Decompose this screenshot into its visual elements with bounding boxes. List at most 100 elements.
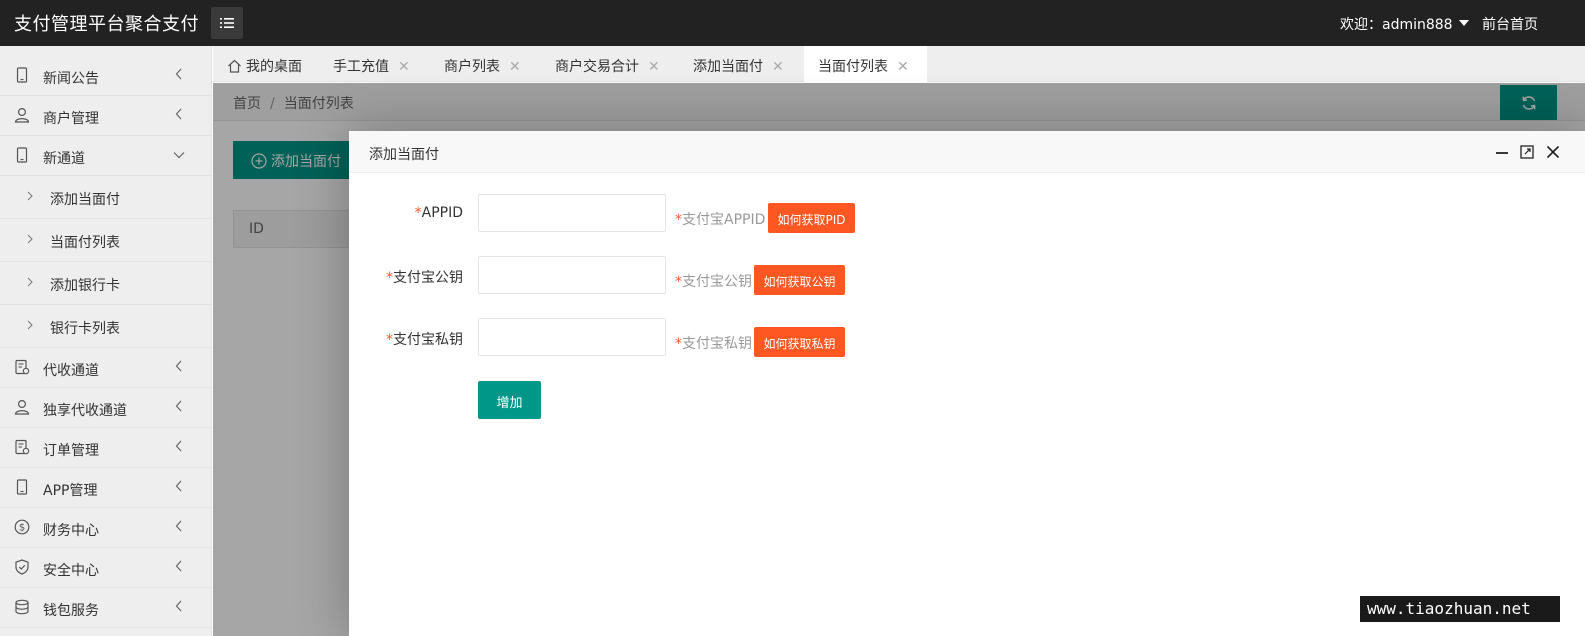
add-f2f-modal: 添加当面付 *APPID *支付宝APPID 如何获取PID *支付宝公钥 *支… — [349, 131, 1585, 636]
close-icon[interactable]: ✕ — [648, 59, 660, 75]
user-menu[interactable]: 欢迎：admin888 — [1340, 14, 1469, 34]
modal-title: 添加当面付 — [369, 147, 439, 163]
public-key-label: *支付宝公钥 — [349, 267, 463, 287]
phone-icon — [16, 67, 28, 83]
sidebar-item-collection[interactable]: 代收通道 — [0, 348, 212, 388]
chevron-left-icon — [175, 480, 182, 492]
tab-label: 商户交易合计 — [555, 59, 639, 75]
tab-label: 添加当面付 — [693, 59, 763, 75]
sidebar-item-new-channel[interactable]: 新通道 — [0, 136, 212, 176]
database-icon — [15, 599, 29, 615]
sidebar-item-label: 财务中心 — [43, 523, 99, 539]
minimize-icon[interactable] — [1495, 145, 1509, 159]
appid-hint: *支付宝APPID — [675, 209, 765, 229]
tab-my-desktop[interactable]: 我的桌面 — [227, 46, 302, 82]
required-mark: * — [414, 205, 422, 221]
home-icon — [228, 59, 241, 73]
top-header: 支付管理平台聚合支付 欢迎：admin888 前台首页 — [0, 0, 1585, 46]
sidebar-item-merchant[interactable]: 商户管理 — [0, 96, 212, 136]
close-icon[interactable]: ✕ — [897, 59, 909, 75]
sidebar-subitem-f2f-list[interactable]: 当面付列表 — [0, 219, 212, 262]
public-key-hint-text: 支付宝公钥 — [682, 274, 752, 290]
tab-bar: 我的桌面 手工充值 ✕ 商户列表 ✕ 商户交易合计 ✕ 添加当面付 ✕ 当面付列表 ✕ — [213, 46, 1585, 83]
sidebar-subitem-add-bankcard[interactable]: 添加银行卡 — [0, 262, 212, 305]
sidebar-subitem-add-f2f[interactable]: 添加当面付 — [0, 176, 212, 219]
chevron-right-icon — [27, 277, 33, 287]
chevron-left-icon — [175, 400, 182, 412]
appid-label-text: APPID — [421, 205, 463, 221]
close-icon[interactable]: ✕ — [772, 59, 784, 75]
private-key-hint-text: 支付宝私钥 — [682, 336, 752, 352]
private-key-input[interactable] — [478, 318, 666, 356]
sidebar-item-label: 订单管理 — [43, 443, 99, 459]
caret-down-icon — [1458, 20, 1469, 26]
user-greeting: 欢迎：admin888 — [1340, 17, 1453, 33]
public-key-label-text: 支付宝公钥 — [393, 270, 463, 286]
get-public-key-help-button[interactable]: 如何获取公钥 — [754, 265, 845, 295]
sidebar-item-label: 新通道 — [43, 151, 85, 167]
chevron-right-icon — [27, 234, 33, 244]
chevron-left-icon — [175, 440, 182, 452]
appid-hint-text: 支付宝APPID — [682, 212, 766, 228]
sidebar-item-exclusive-collection[interactable]: 独享代收通道 — [0, 388, 212, 428]
menu-toggle-button[interactable] — [211, 7, 243, 39]
chevron-right-icon — [27, 320, 33, 330]
phone-icon — [16, 479, 28, 495]
chevron-left-icon — [175, 360, 182, 372]
submit-add-button[interactable]: 增加 — [478, 381, 541, 419]
sidebar-item-label: 新闻公告 — [43, 71, 99, 87]
tab-label: 手工充值 — [333, 59, 389, 75]
tab-label: 当面付列表 — [818, 59, 888, 75]
sidebar-subitem-label: 当面付列表 — [50, 235, 120, 251]
chevron-down-icon — [173, 152, 185, 159]
doc-icon — [15, 439, 30, 455]
close-icon[interactable] — [1546, 145, 1560, 159]
chevron-right-icon — [27, 191, 33, 201]
get-private-key-help-button[interactable]: 如何获取私钥 — [754, 327, 845, 357]
app-logo[interactable]: 支付管理平台聚合支付 — [14, 10, 199, 36]
tab-f2f-list[interactable]: 当面付列表 ✕ — [804, 46, 927, 83]
chevron-left-icon — [175, 68, 182, 80]
required-mark: * — [386, 332, 393, 348]
maximize-icon[interactable] — [1520, 145, 1534, 159]
sidebar-item-label: APP管理 — [43, 483, 98, 499]
tab-manual-recharge[interactable]: 手工充值 ✕ — [333, 46, 410, 82]
tab-merchant-trade-total[interactable]: 商户交易合计 ✕ — [555, 46, 660, 82]
sidebar-subitem-bankcard-list[interactable]: 银行卡列表 — [0, 305, 212, 348]
tab-label: 我的桌面 — [246, 59, 302, 75]
sidebar-item-security[interactable]: 安全中心 — [0, 548, 212, 588]
close-icon[interactable]: ✕ — [398, 59, 410, 75]
chevron-left-icon — [175, 600, 182, 612]
appid-input[interactable] — [478, 194, 666, 232]
sidebar-item-wallet[interactable]: 钱包服务 — [0, 588, 212, 628]
tab-add-f2f[interactable]: 添加当面付 ✕ — [693, 46, 784, 82]
sidebar-item-label: 安全中心 — [43, 563, 99, 579]
user-icon — [14, 107, 30, 123]
phone-icon — [16, 147, 28, 163]
close-icon[interactable]: ✕ — [509, 59, 521, 75]
get-pid-help-button[interactable]: 如何获取PID — [768, 203, 855, 233]
sidebar-item-finance[interactable]: $ 财务中心 — [0, 508, 212, 548]
doc-icon — [15, 359, 30, 375]
chevron-left-icon — [175, 560, 182, 572]
sidebar-item-label: 独享代收通道 — [43, 403, 127, 419]
required-mark: * — [675, 212, 682, 228]
sidebar-item-orders[interactable]: 订单管理 — [0, 428, 212, 468]
dollar-icon: $ — [14, 519, 30, 535]
svg-text:$: $ — [19, 523, 25, 534]
user-icon — [14, 399, 30, 415]
frontend-home-link[interactable]: 前台首页 — [1482, 14, 1538, 34]
site-watermark: www.tiaozhuan.net — [1360, 596, 1560, 622]
private-key-label: *支付宝私钥 — [349, 329, 463, 349]
public-key-input[interactable] — [478, 256, 666, 294]
sidebar-item-label: 代收通道 — [43, 363, 99, 379]
tab-label: 商户列表 — [444, 59, 500, 75]
sidebar-item-app[interactable]: APP管理 — [0, 468, 212, 508]
hamburger-icon — [220, 18, 234, 28]
private-key-hint: *支付宝私钥 — [675, 333, 752, 353]
tab-merchant-list[interactable]: 商户列表 ✕ — [444, 46, 521, 82]
required-mark: * — [386, 270, 393, 286]
sidebar-item-label: 钱包服务 — [43, 603, 99, 619]
sidebar-item-news[interactable]: 新闻公告 — [0, 56, 212, 96]
chevron-left-icon — [175, 520, 182, 532]
